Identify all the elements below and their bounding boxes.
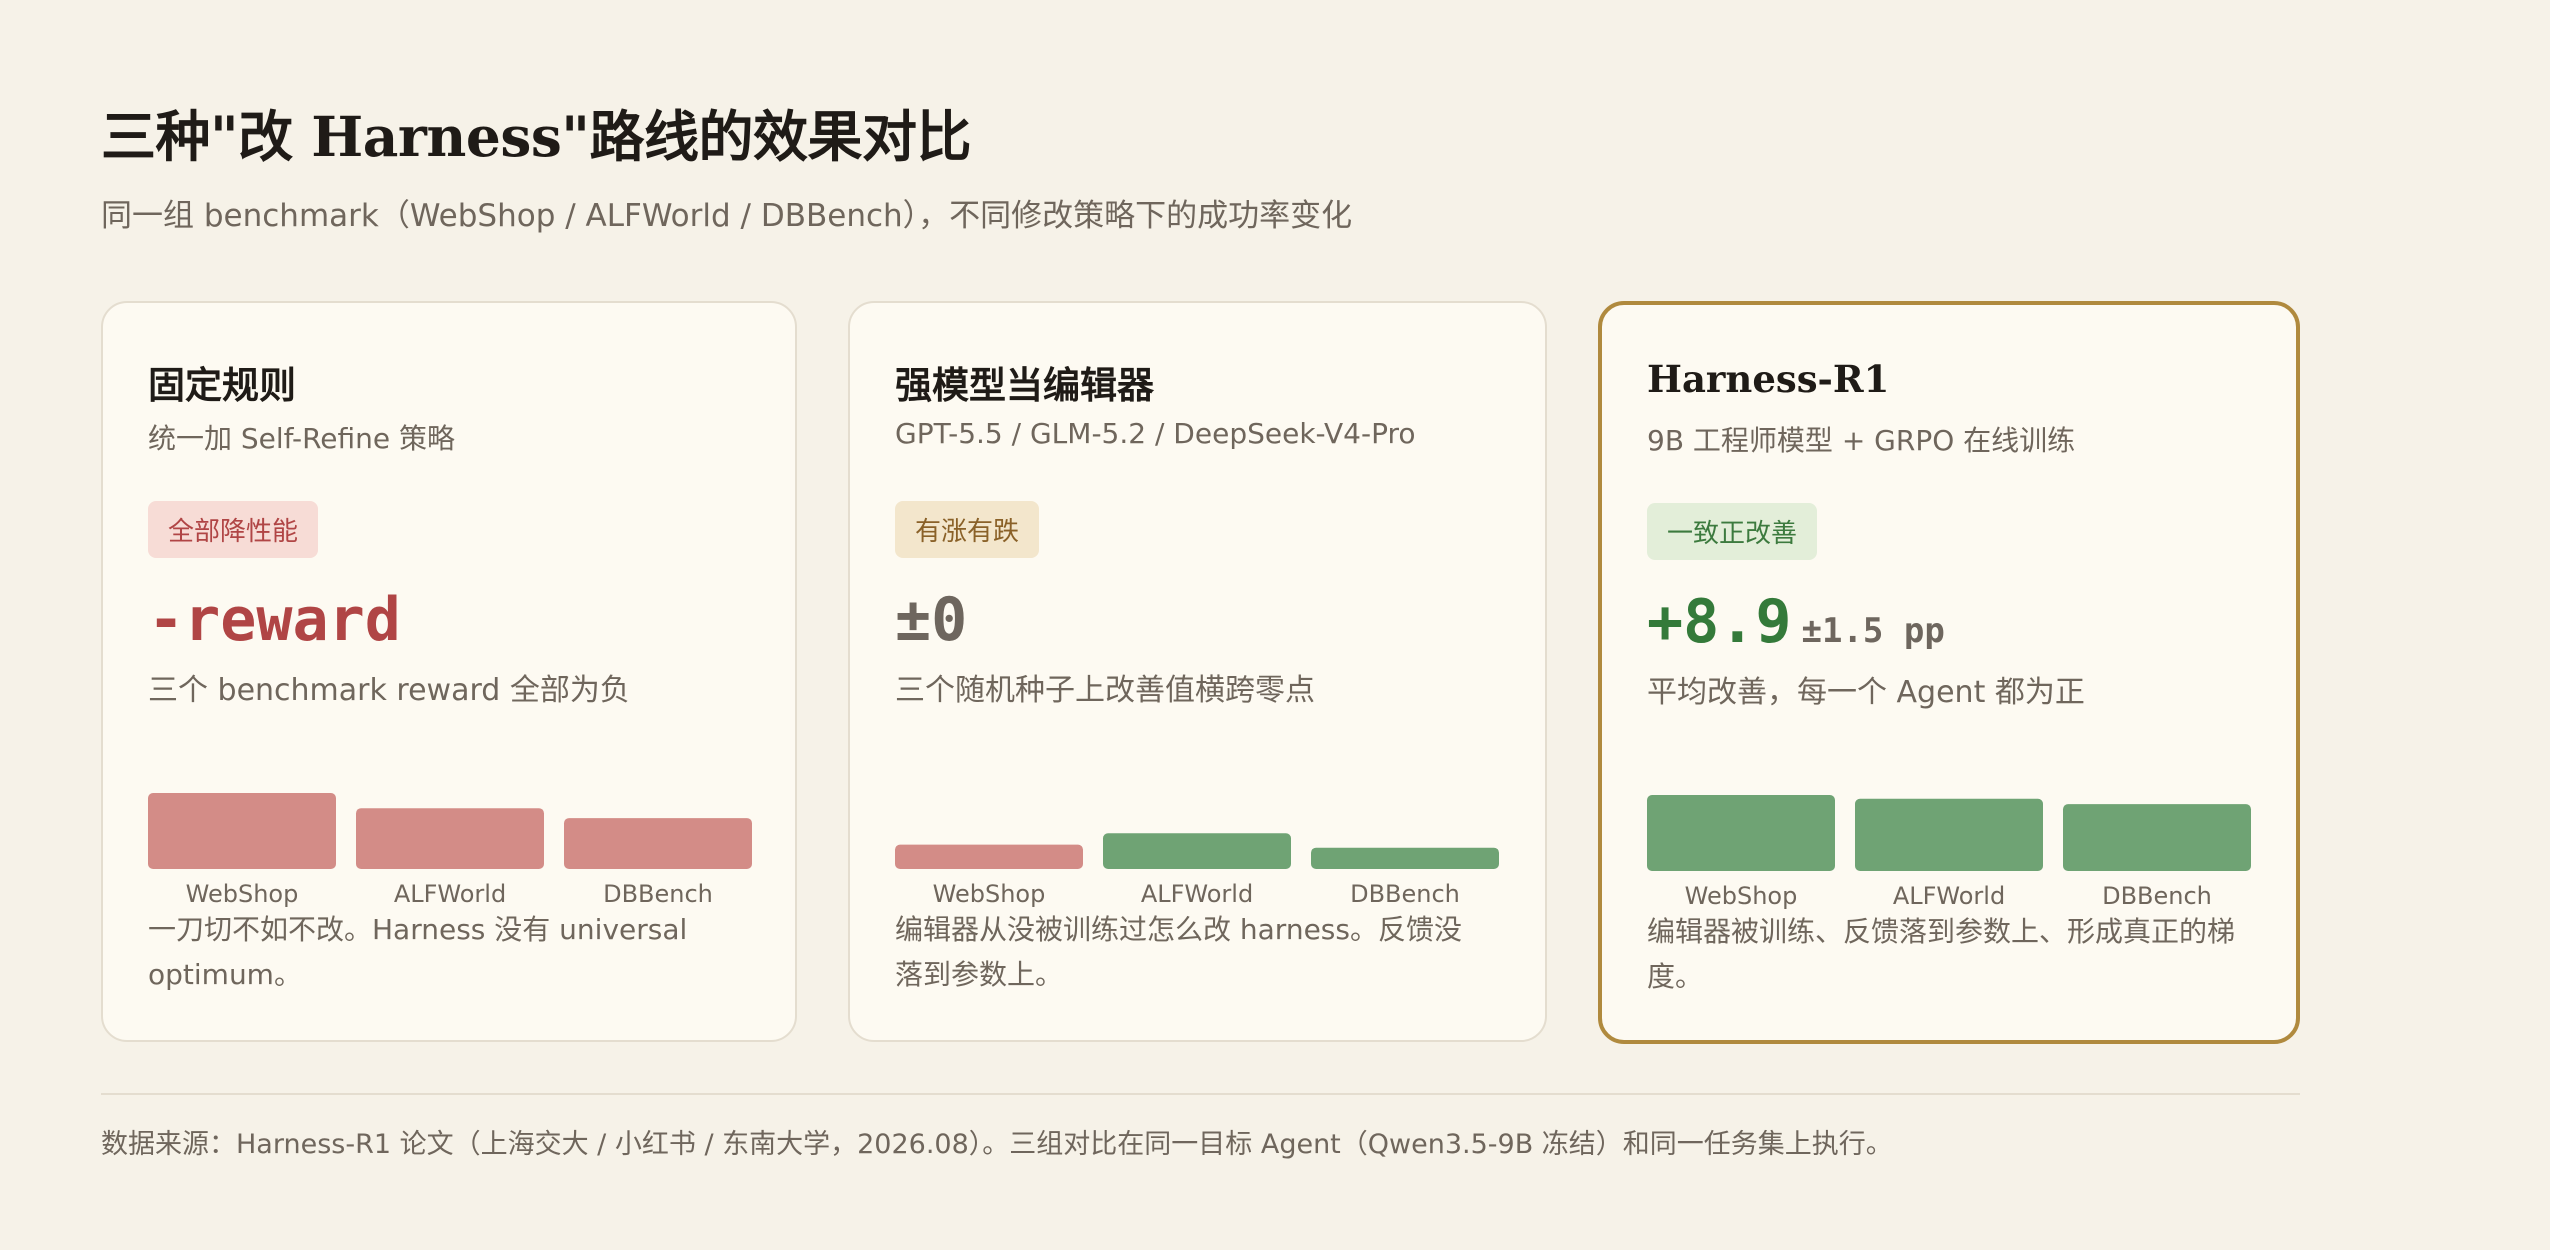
bar-webshop	[1647, 795, 1835, 871]
bar-chart-strong-model: WebShop ALFWorld DBBench	[895, 833, 1499, 908]
bar-label-alfworld: ALFWorld	[1141, 880, 1253, 908]
metric-unit: ±1.5 pp	[1801, 611, 1945, 651]
bar-dbbench	[1311, 847, 1499, 869]
card-subtitle: GPT-5.5 / GLM-5.2 / DeepSeek-V4-Pro	[895, 417, 1416, 450]
bar-label-webshop: WebShop	[186, 880, 299, 908]
bar-label-alfworld: ALFWorld	[394, 880, 506, 908]
card-title: 固定规则	[148, 363, 296, 407]
metric-description: 三个 benchmark reward 全部为负	[148, 673, 630, 708]
metric-number: ±0	[895, 585, 968, 655]
page-subtitle: 同一组 benchmark（WebShop / ALFWorld / DBBen…	[101, 198, 1353, 234]
card-note: 一刀切不如不改。Harness 没有 universal optimum。	[148, 913, 688, 991]
bar-label-webshop: WebShop	[1685, 882, 1798, 910]
bar-label-dbbench: DBBench	[2102, 882, 2212, 910]
bar-alfworld	[1103, 833, 1291, 869]
metric-number: +8.9	[1647, 587, 1792, 657]
card-strong-model-editor: 强模型当编辑器 GPT-5.5 / GLM-5.2 / DeepSeek-V4-…	[848, 301, 1547, 1042]
bar-alfworld	[1855, 798, 2043, 871]
status-badge: 全部降性能	[148, 501, 319, 558]
metric-description: 三个随机种子上改善值横跨零点	[895, 673, 1315, 708]
card-title: 强模型当编辑器	[895, 363, 1154, 407]
card-fixed-rules: 固定规则 统一加 Self-Refine 策略 全部降性能 -reward 三个…	[101, 301, 797, 1042]
metric-value: ±0	[895, 585, 977, 655]
bar-chart-fixed-rules: WebShop ALFWorld DBBench	[148, 793, 752, 908]
bar-label-dbbench: DBBench	[1350, 880, 1460, 908]
bar-dbbench	[2063, 804, 2251, 871]
bar-label-webshop: WebShop	[933, 880, 1046, 908]
metric-value: +8.9 ±1.5 pp	[1647, 587, 1945, 657]
footer-divider	[101, 1093, 2300, 1095]
card-subtitle: 统一加 Self-Refine 策略	[148, 422, 456, 455]
status-badge: 有涨有跌	[895, 501, 1040, 558]
card-subtitle: 9B 工程师模型 + GRPO 在线训练	[1647, 424, 2076, 457]
bar-webshop	[895, 844, 1083, 869]
card-title: Harness-R1	[1647, 357, 1890, 401]
card-note: 编辑器被训练、反馈落到参数上、形成真正的梯度。	[1647, 915, 2236, 993]
metric-description: 平均改善，每一个 Agent 都为正	[1647, 675, 2085, 710]
footer-source: 数据来源：Harness-R1 论文（上海交大 / 小红书 / 东南大学，202…	[101, 1129, 1893, 1160]
bar-alfworld	[356, 808, 544, 869]
bar-chart-harness-r1: WebShop ALFWorld DBBench	[1647, 795, 2251, 910]
bar-webshop	[148, 793, 336, 869]
page-title: 三种"改 Harness"路线的效果对比	[101, 104, 971, 169]
bar-dbbench	[564, 818, 752, 869]
metric-number: -reward	[148, 585, 401, 655]
bar-label-alfworld: ALFWorld	[1893, 882, 2005, 910]
card-note: 编辑器从没被训练过怎么改 harness。反馈没落到参数上。	[895, 913, 1462, 991]
bar-label-dbbench: DBBench	[603, 880, 713, 908]
card-harness-r1: Harness-R1 9B 工程师模型 + GRPO 在线训练 一致正改善 +8…	[1598, 301, 2300, 1044]
status-badge: 一致正改善	[1647, 503, 1818, 560]
metric-value: -reward	[148, 585, 411, 655]
